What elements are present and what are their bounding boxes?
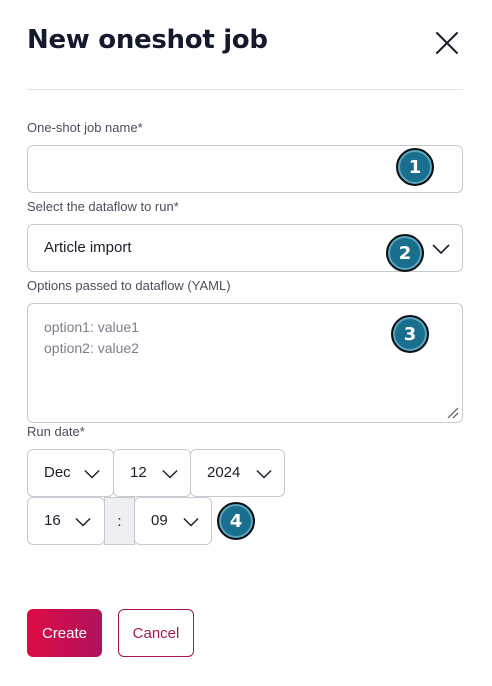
hour-select[interactable]: 16 bbox=[27, 497, 105, 545]
chevron-down-icon bbox=[162, 469, 178, 479]
cancel-button[interactable]: Cancel bbox=[118, 609, 194, 657]
dataflow-selected-value: Article import bbox=[44, 239, 132, 256]
hour-value: 16 bbox=[44, 512, 61, 529]
day-select[interactable]: 12 bbox=[113, 449, 191, 497]
marker-2: 2 bbox=[386, 234, 424, 272]
month-value: Dec bbox=[44, 464, 71, 481]
day-value: 12 bbox=[130, 464, 147, 481]
create-button[interactable]: Create bbox=[27, 609, 102, 657]
chevron-down-icon bbox=[183, 517, 199, 527]
job-name-label: One-shot job name* bbox=[27, 120, 143, 135]
year-value: 2024 bbox=[207, 464, 241, 481]
month-select[interactable]: Dec bbox=[27, 449, 114, 497]
marker-3: 3 bbox=[391, 315, 429, 353]
minute-select[interactable]: 09 bbox=[134, 497, 212, 545]
time-separator: : bbox=[104, 497, 135, 545]
marker-4: 4 bbox=[217, 502, 255, 540]
chevron-down-icon bbox=[75, 517, 91, 527]
options-label: Options passed to dataflow (YAML) bbox=[27, 278, 231, 293]
marker-1: 1 bbox=[396, 148, 434, 186]
close-button[interactable] bbox=[434, 30, 460, 56]
chevron-down-icon bbox=[84, 469, 100, 479]
minute-value: 09 bbox=[151, 512, 168, 529]
dialog-title: New oneshot job bbox=[27, 25, 268, 55]
dataflow-label: Select the dataflow to run* bbox=[27, 199, 179, 214]
resize-handle-icon[interactable] bbox=[447, 407, 459, 419]
chevron-down-icon bbox=[432, 244, 450, 254]
chevron-down-icon bbox=[256, 469, 272, 479]
year-select[interactable]: 2024 bbox=[190, 449, 285, 497]
run-date-label: Run date* bbox=[27, 424, 85, 439]
header-divider bbox=[27, 89, 463, 90]
close-icon bbox=[436, 32, 458, 54]
